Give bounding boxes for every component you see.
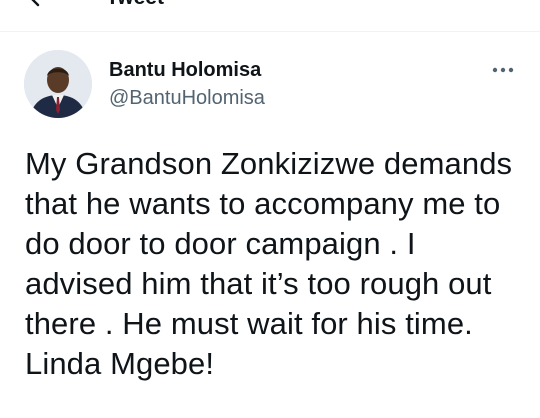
author-display-name[interactable]: Bantu Holomisa [109,58,261,82]
arrow-left-icon[interactable] [28,0,48,8]
author-handle[interactable]: @BantuHolomisa [109,86,265,110]
tweet-header-bar: Tweet [0,0,540,32]
profile-photo [24,50,92,118]
page-title: Tweet [106,0,164,10]
tweet-text: My Grandson Zonkizizwe demands that he w… [25,146,513,381]
more-horizontal-icon[interactable] [490,62,516,78]
author-avatar[interactable] [24,50,92,118]
